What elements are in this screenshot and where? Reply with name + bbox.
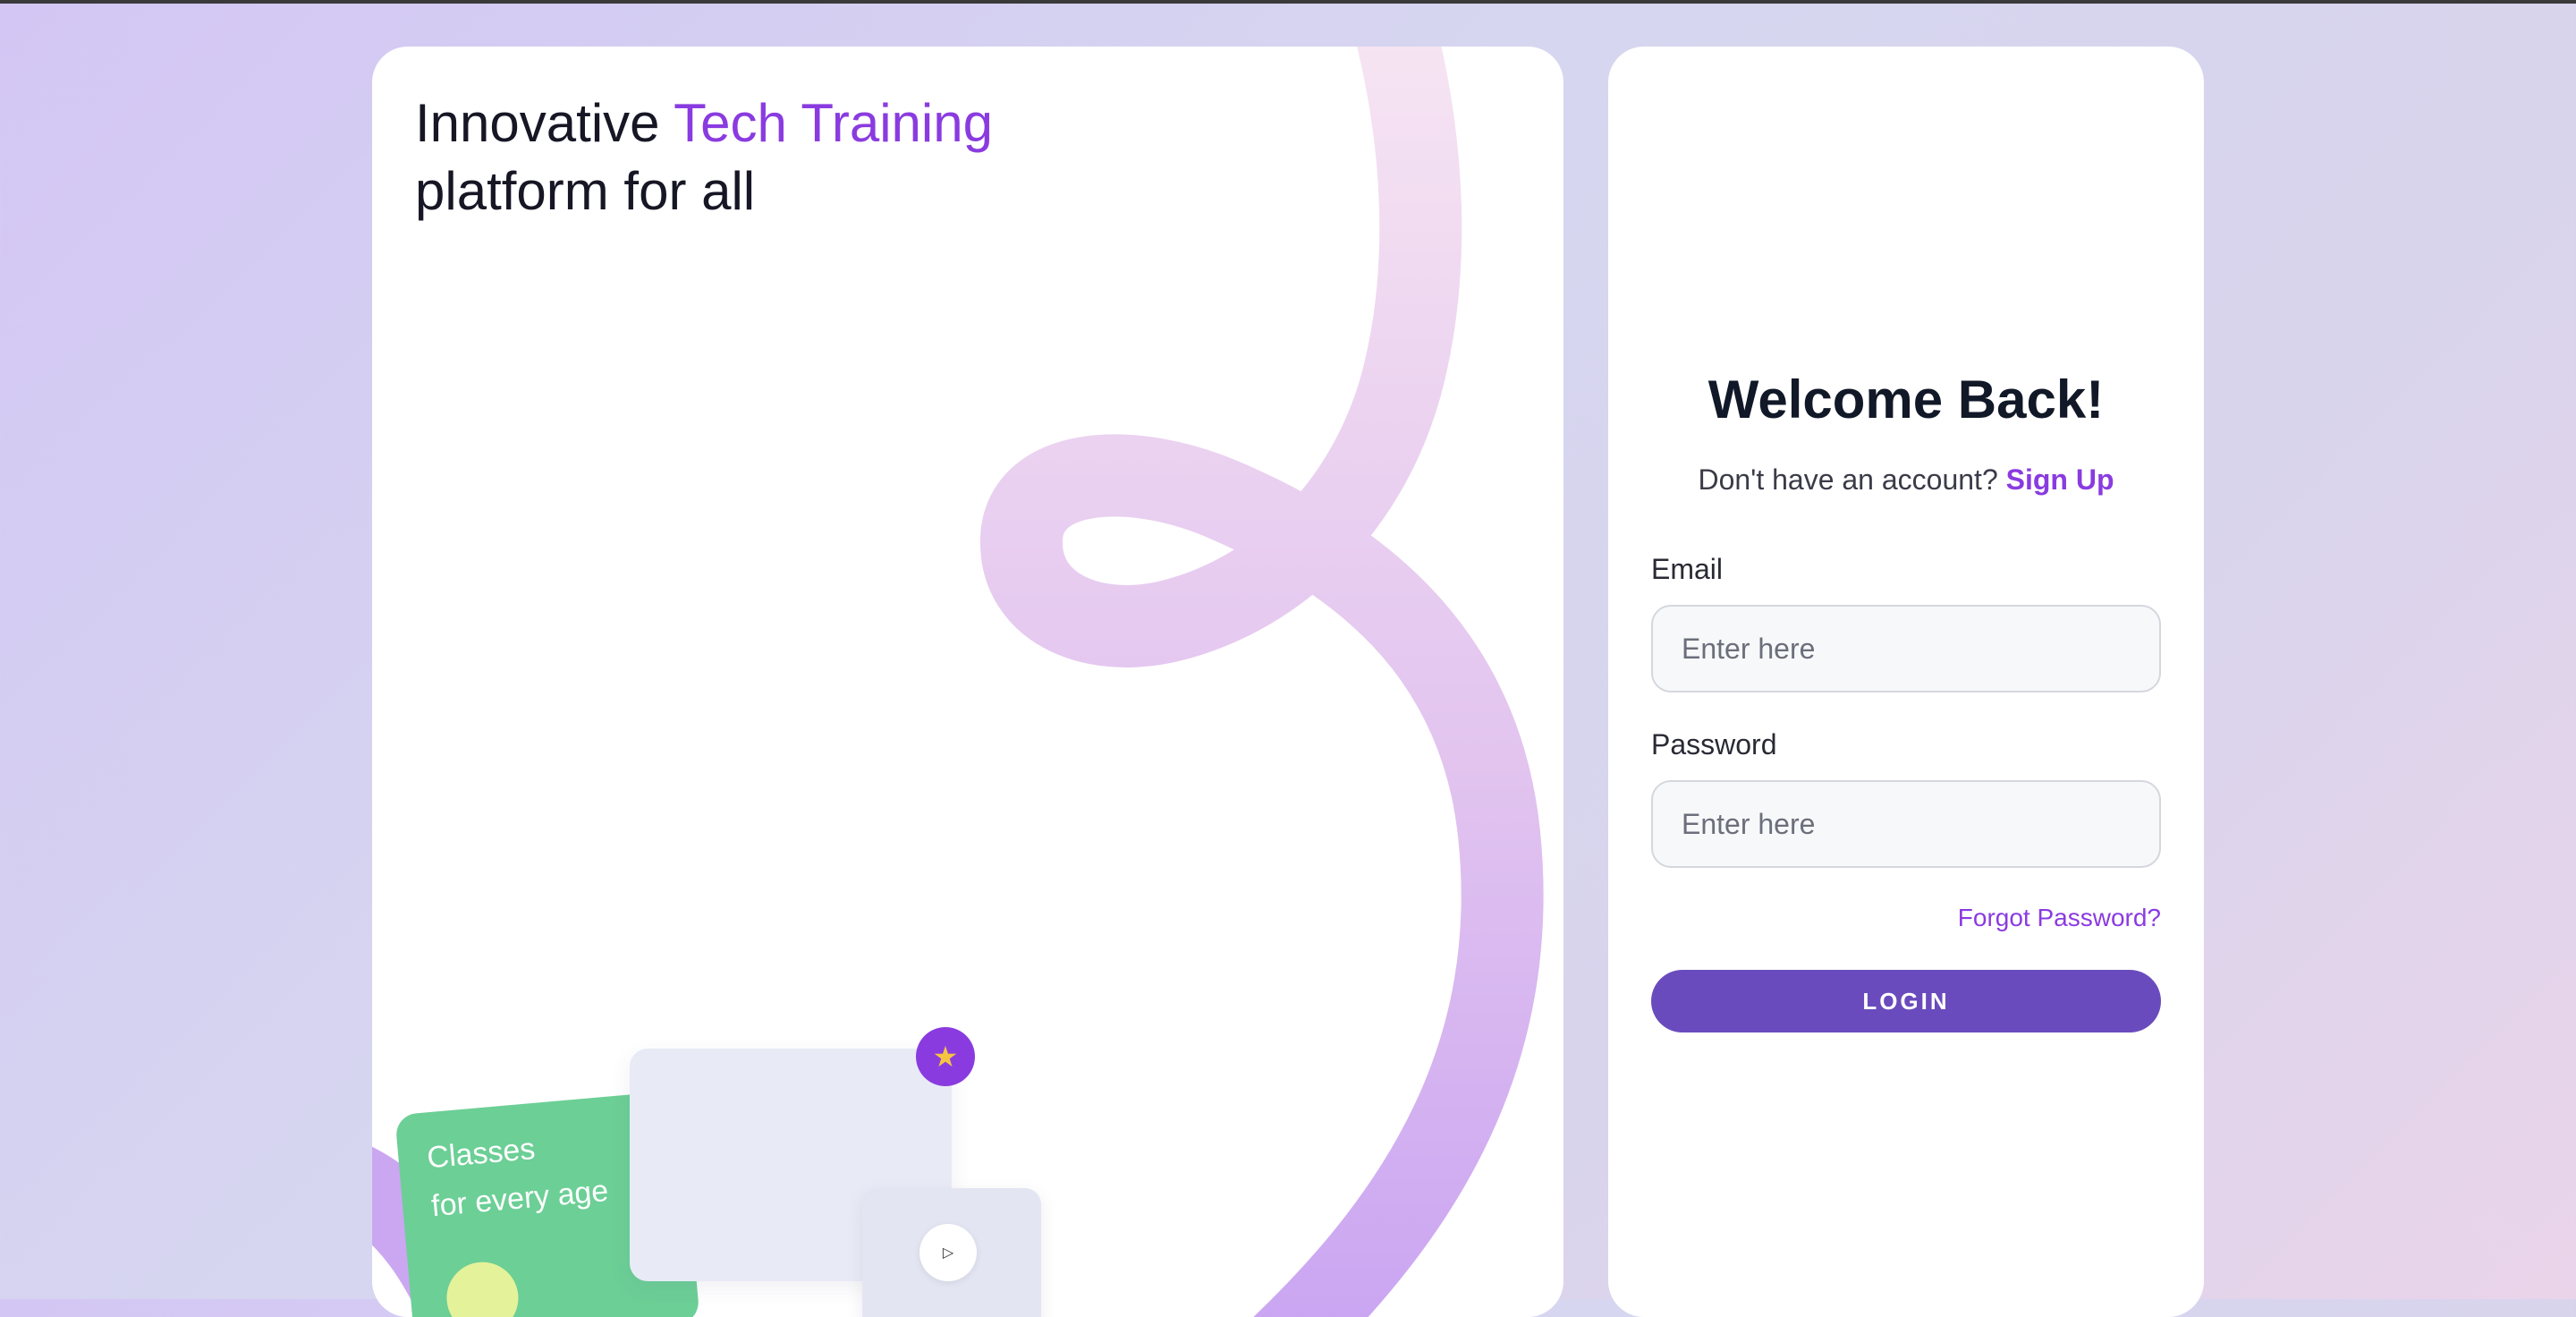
email-input[interactable] bbox=[1651, 605, 2161, 692]
star-icon: ★ bbox=[916, 1027, 975, 1086]
decorative-dot bbox=[444, 1259, 521, 1317]
welcome-heading: Welcome Back! bbox=[1707, 370, 2105, 429]
video-card: ▷ bbox=[862, 1188, 1041, 1317]
window-top-border bbox=[0, 0, 2576, 4]
signup-link[interactable]: Sign Up bbox=[2006, 463, 2114, 496]
hero-title-accent: Tech Training bbox=[674, 93, 993, 153]
hero-title: Innovative Tech Training platform for all bbox=[415, 93, 993, 221]
play-icon[interactable]: ▷ bbox=[919, 1224, 977, 1281]
hero-card: Innovative Tech Training platform for all… bbox=[372, 47, 1563, 1317]
email-label: Email bbox=[1651, 553, 1724, 585]
password-label: Password bbox=[1651, 728, 1777, 760]
password-input[interactable] bbox=[1651, 780, 2161, 868]
login-button[interactable]: LOGIN bbox=[1651, 970, 2161, 1032]
forgot-password-link[interactable]: Forgot Password? bbox=[1958, 904, 2161, 932]
signup-prompt: Don't have an account? Sign Up bbox=[1698, 463, 2114, 496]
login-card: Welcome Back! Don't have an account? Sig… bbox=[1608, 47, 2204, 1317]
